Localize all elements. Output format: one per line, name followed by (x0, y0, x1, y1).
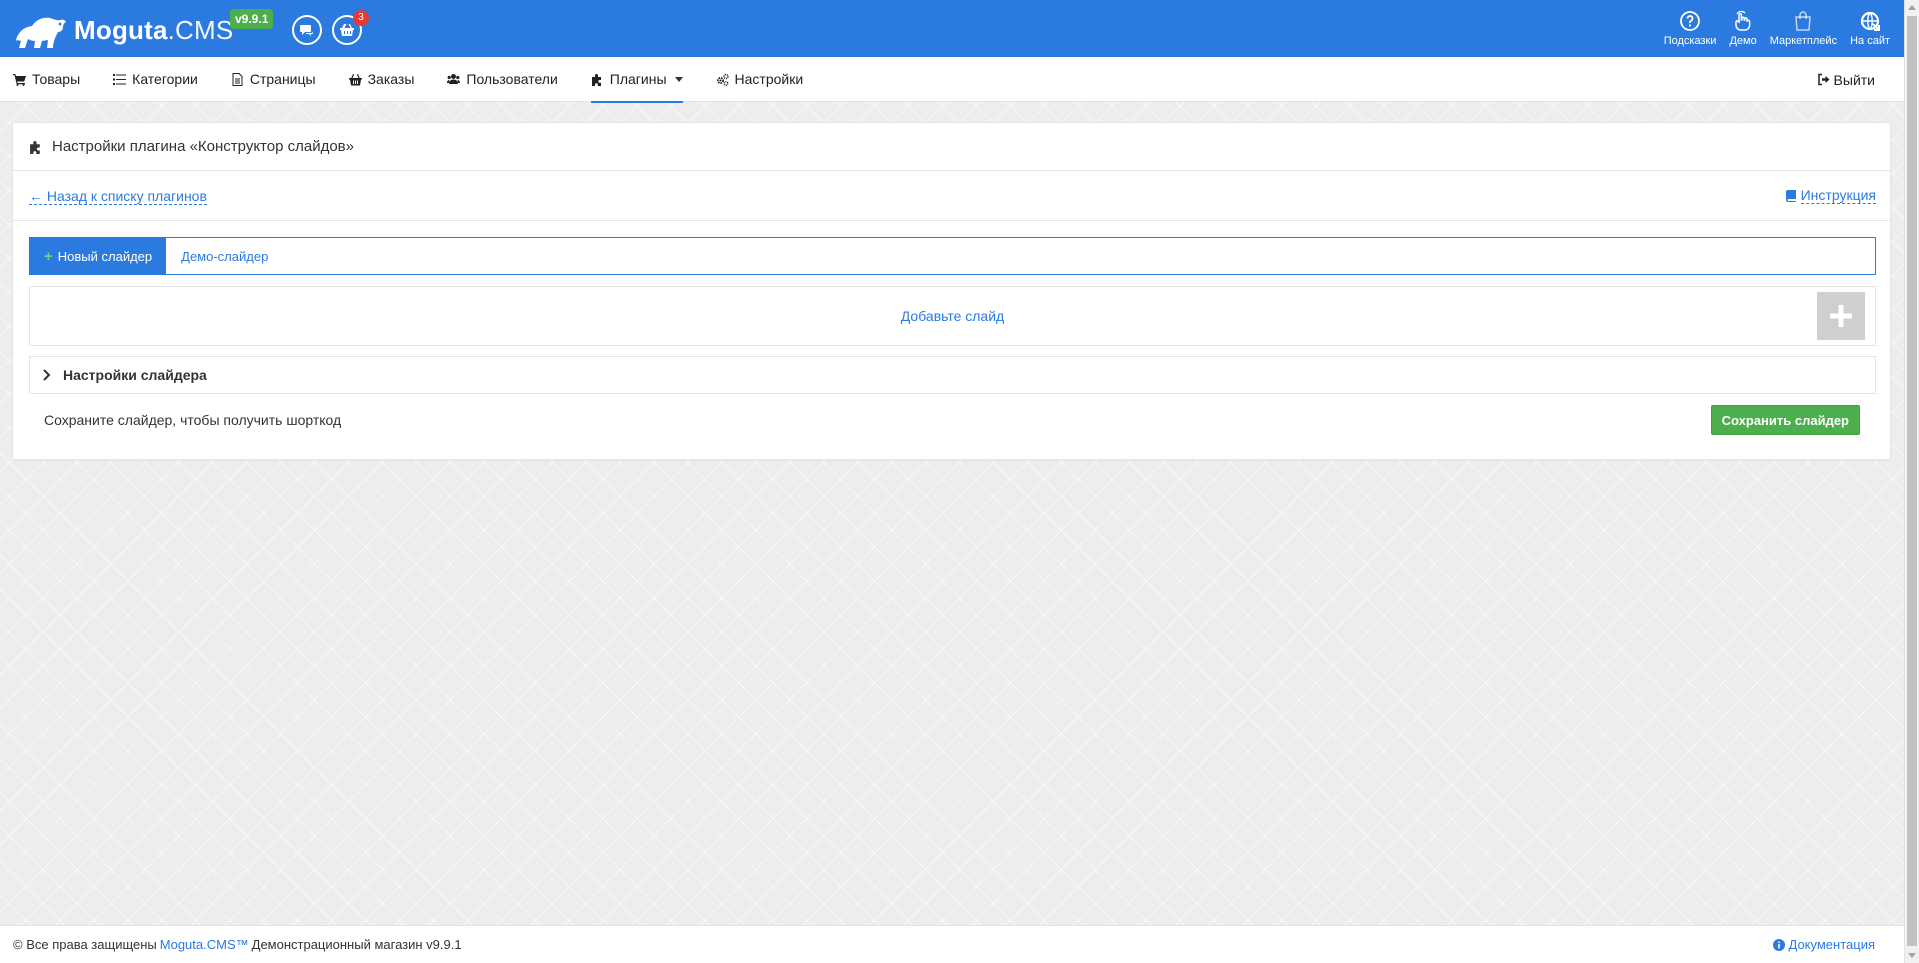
chat-icon (300, 25, 313, 36)
store-text: Демонстрационный магазин v9.9.1 (251, 937, 462, 952)
tab-new-slider-label: Новый слайдер (57, 248, 153, 264)
nav-item-pages[interactable]: Страницы (231, 57, 316, 102)
shortcode-note: Сохраните слайдер, чтобы получить шортко… (44, 412, 342, 428)
documentation-label: Документация (1788, 937, 1876, 952)
slider-settings-toggle[interactable]: Настройки слайдера (29, 356, 1876, 394)
marketplace-label: Маркетплейс (1769, 35, 1838, 47)
nav-label-pages: Страницы (249, 71, 316, 87)
slider-tabs: + Новый слайдер Демо-слайдер (29, 237, 1876, 275)
book-icon (1785, 189, 1796, 202)
instruction-link[interactable]: Инструкция (1785, 187, 1876, 204)
plus-icon (1830, 305, 1852, 327)
logo-text: Moguta.CMS (74, 14, 234, 45)
basket-icon (340, 24, 354, 36)
demo-label: Демо (1729, 35, 1757, 47)
orders-cart-button[interactable]: 3 (332, 10, 369, 45)
save-slider-button[interactable]: Сохранить слайдер (1710, 405, 1860, 435)
file-icon (232, 72, 243, 86)
logout-button[interactable]: Выйти (1817, 57, 1875, 102)
copyright-text: © Все права защищены (13, 937, 157, 952)
slides-area: Добавьте слайд (29, 286, 1876, 346)
add-slide-button[interactable] (1817, 292, 1865, 340)
version-badge: v9.9.1 (230, 9, 274, 29)
top-bar: Moguta.CMS v9.9.1 3 Подсказки Демо Марке… (0, 0, 1904, 57)
top-links: Подсказки Демо Маркетплейс На сайт (1664, 10, 1890, 47)
marketplace-link[interactable]: Маркетплейс (1770, 10, 1837, 47)
add-slide-link[interactable]: Добавьте слайд (901, 308, 1004, 324)
back-to-plugins-link[interactable]: ← Назад к списку плагинов (29, 188, 207, 205)
external-site-icon (1860, 11, 1881, 31)
nav-item-categories[interactable]: Категории (113, 57, 198, 102)
panel-links-row: ← Назад к списку плагинов Инструкция (13, 171, 1890, 221)
orders-count-badge: 3 (353, 10, 369, 26)
nav-item-users[interactable]: Пользователи (447, 57, 558, 102)
puzzle-icon (591, 73, 601, 86)
page-title: Настройки плагина «Конструктор слайдов» (52, 138, 354, 155)
to-site-label: На сайт (1850, 35, 1890, 47)
shopping-bag-icon (1795, 11, 1812, 31)
nav-item-plugins[interactable]: Плагины (590, 57, 683, 103)
chat-button[interactable] (292, 15, 322, 45)
instruction-label: Инструкция (1800, 187, 1876, 204)
sign-out-icon (1817, 73, 1830, 86)
demo-link[interactable]: Демо (1729, 10, 1757, 47)
plugin-settings-panel: Настройки плагина «Конструктор слайдов» … (12, 122, 1891, 460)
scroll-up-arrow-icon[interactable] (1908, 5, 1916, 10)
nav-item-settings[interactable]: Настройки (716, 57, 804, 102)
hand-pointer-icon (1735, 10, 1751, 31)
hints-label: Подсказки (1663, 35, 1717, 47)
nav-label-users: Пользователи (466, 71, 558, 87)
cart-icon (13, 73, 26, 86)
puzzle-icon (30, 140, 40, 154)
nav-label-products: Товары (32, 71, 81, 87)
nav-item-products[interactable]: Товары (13, 57, 80, 102)
footer: © Все права защищены Moguta.CMS™ Демонст… (0, 925, 1904, 963)
bear-logo-icon (16, 17, 66, 48)
nav-label-orders: Заказы (367, 71, 415, 87)
logout-label: Выйти (1833, 71, 1875, 88)
plus-icon: + (44, 247, 53, 265)
nav-item-orders[interactable]: Заказы (348, 57, 415, 102)
to-site-link[interactable]: На сайт (1850, 10, 1890, 47)
users-icon (447, 73, 461, 84)
tab-demo-slider[interactable]: Демо-слайдер (166, 238, 283, 274)
list-icon (113, 73, 127, 85)
gears-icon (716, 73, 729, 86)
chevron-right-icon (43, 369, 51, 381)
nav-label-plugins: Плагины (609, 71, 667, 87)
hints-link[interactable]: Подсказки (1663, 10, 1717, 47)
basket-icon (348, 73, 362, 85)
chevron-down-icon (674, 76, 683, 82)
page-scrollbar[interactable] (1904, 0, 1919, 963)
brand-link[interactable]: Moguta.CMS™ (160, 937, 249, 952)
logo[interactable]: Moguta.CMS (12, 10, 233, 50)
panel-header: Настройки плагина «Конструктор слайдов» (13, 123, 1890, 171)
info-icon (1772, 938, 1785, 951)
slider-settings-label: Настройки слайдера (63, 367, 207, 383)
documentation-link[interactable]: Документация (1772, 937, 1876, 952)
nav-label-settings: Настройки (734, 71, 804, 87)
main-nav: Товары Категории Страницы Заказы Пользов… (0, 57, 1904, 103)
scroll-down-arrow-icon[interactable] (1908, 953, 1916, 958)
scroll-thumb[interactable] (1907, 16, 1917, 946)
tab-new-slider[interactable]: + Новый слайдер (30, 238, 167, 274)
nav-label-categories: Категории (132, 71, 198, 87)
help-circle-icon (1680, 11, 1700, 31)
